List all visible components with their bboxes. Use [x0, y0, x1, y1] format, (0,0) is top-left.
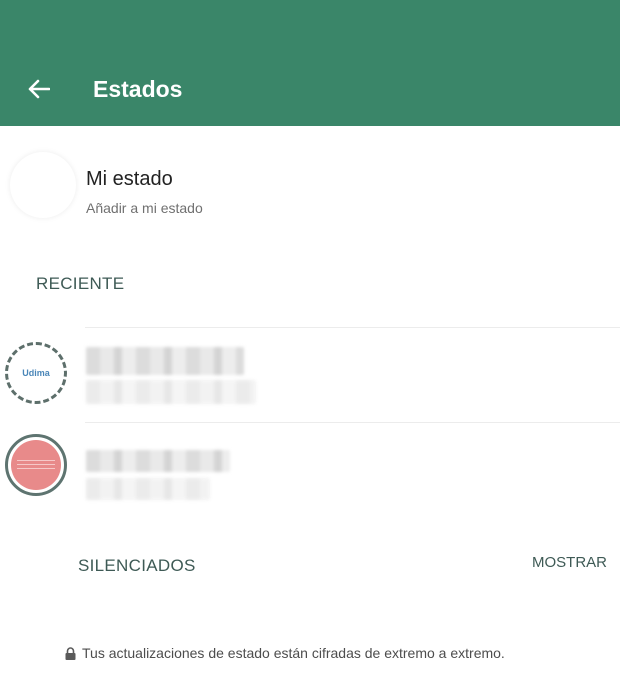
my-status-row[interactable]: Mi estado Añadir a mi estado [0, 140, 620, 240]
back-button[interactable] [24, 74, 54, 104]
page-title: Estados [93, 76, 183, 102]
contact-time-redacted [86, 478, 210, 500]
lock-icon [65, 646, 76, 660]
contact-name-redacted [86, 450, 230, 472]
my-status-subtitle: Añadir a mi estado [86, 200, 203, 216]
encryption-notice: Tus actualizaciones de estado están cifr… [65, 645, 505, 661]
arrow-left-icon [28, 79, 50, 99]
recent-section-label: RECIENTE [36, 274, 125, 293]
show-muted-button[interactable]: MOSTRAR [532, 554, 607, 571]
muted-section-label: SILENCIADOS [78, 556, 196, 575]
udima-logo: Udima [12, 349, 60, 397]
divider [85, 327, 620, 328]
contact-avatar: Udima [5, 342, 67, 404]
contact-time-redacted [86, 380, 256, 404]
app-header: Estados [0, 0, 620, 126]
contact-name-redacted [86, 347, 244, 375]
my-status-name: Mi estado [86, 168, 173, 190]
contact-status-item[interactable]: Udima [0, 330, 620, 420]
contact-status-item[interactable] [0, 424, 620, 514]
my-avatar[interactable] [10, 152, 76, 218]
divider [85, 422, 620, 423]
encryption-notice-text: Tus actualizaciones de estado están cifr… [82, 645, 505, 661]
contact-avatar [5, 434, 67, 496]
contact-avatar-image [11, 440, 61, 490]
